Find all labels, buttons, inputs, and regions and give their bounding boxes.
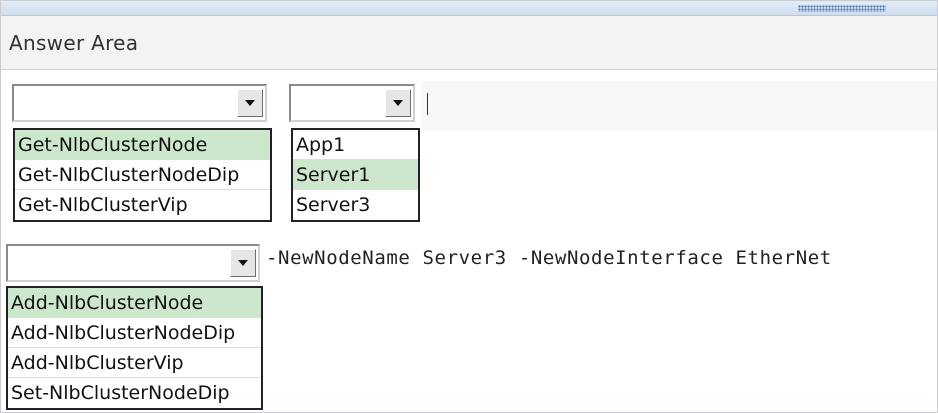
text-cursor xyxy=(427,93,428,115)
option-server3[interactable]: Server3 xyxy=(293,190,418,220)
option-add-nlbclusternodedip[interactable]: Add-NlbClusterNodeDip xyxy=(8,318,261,348)
row1-server-options-list: App1 Server1 Server3 xyxy=(291,128,420,222)
chevron-down-icon xyxy=(238,260,248,266)
background-panel xyxy=(421,81,937,131)
row1-cmdlet-select[interactable] xyxy=(12,84,267,122)
option-app1[interactable]: App1 xyxy=(293,130,418,160)
answer-area-frame: Answer Area Get-NlbClusterNode Get-NlbCl… xyxy=(0,0,938,413)
row2-cmdlet-dropdown-button[interactable] xyxy=(230,249,256,277)
row1-server-dropdown-button[interactable] xyxy=(385,89,411,117)
drag-grip-icon[interactable] xyxy=(798,5,886,12)
top-bar xyxy=(1,1,937,16)
option-set-nlbclusternodedip[interactable]: Set-NlbClusterNodeDip xyxy=(8,378,261,408)
option-add-nlbclusternode[interactable]: Add-NlbClusterNode xyxy=(8,288,261,318)
option-get-nlbclustervip[interactable]: Get-NlbClusterVip xyxy=(15,190,270,220)
answer-area-header xyxy=(1,16,937,70)
row1-server-select[interactable] xyxy=(289,84,415,122)
row1-cmdlet-options-list: Get-NlbClusterNode Get-NlbClusterNodeDip… xyxy=(13,128,272,222)
row2-cmdlet-options-list: Add-NlbClusterNode Add-NlbClusterNodeDip… xyxy=(6,286,263,410)
chevron-down-icon xyxy=(393,100,403,106)
page-title: Answer Area xyxy=(9,31,139,55)
option-get-nlbclusternodedip[interactable]: Get-NlbClusterNodeDip xyxy=(15,160,270,190)
chevron-down-icon xyxy=(245,100,255,106)
option-add-nlbclustervip[interactable]: Add-NlbClusterVip xyxy=(8,348,261,378)
row2-cmdlet-select[interactable] xyxy=(6,244,260,282)
command-parameters-text: -NewNodeName Server3 -NewNodeInterface E… xyxy=(266,247,832,269)
option-server1[interactable]: Server1 xyxy=(293,160,418,190)
row1-cmdlet-dropdown-button[interactable] xyxy=(237,89,263,117)
option-get-nlbclusternode[interactable]: Get-NlbClusterNode xyxy=(15,130,270,160)
